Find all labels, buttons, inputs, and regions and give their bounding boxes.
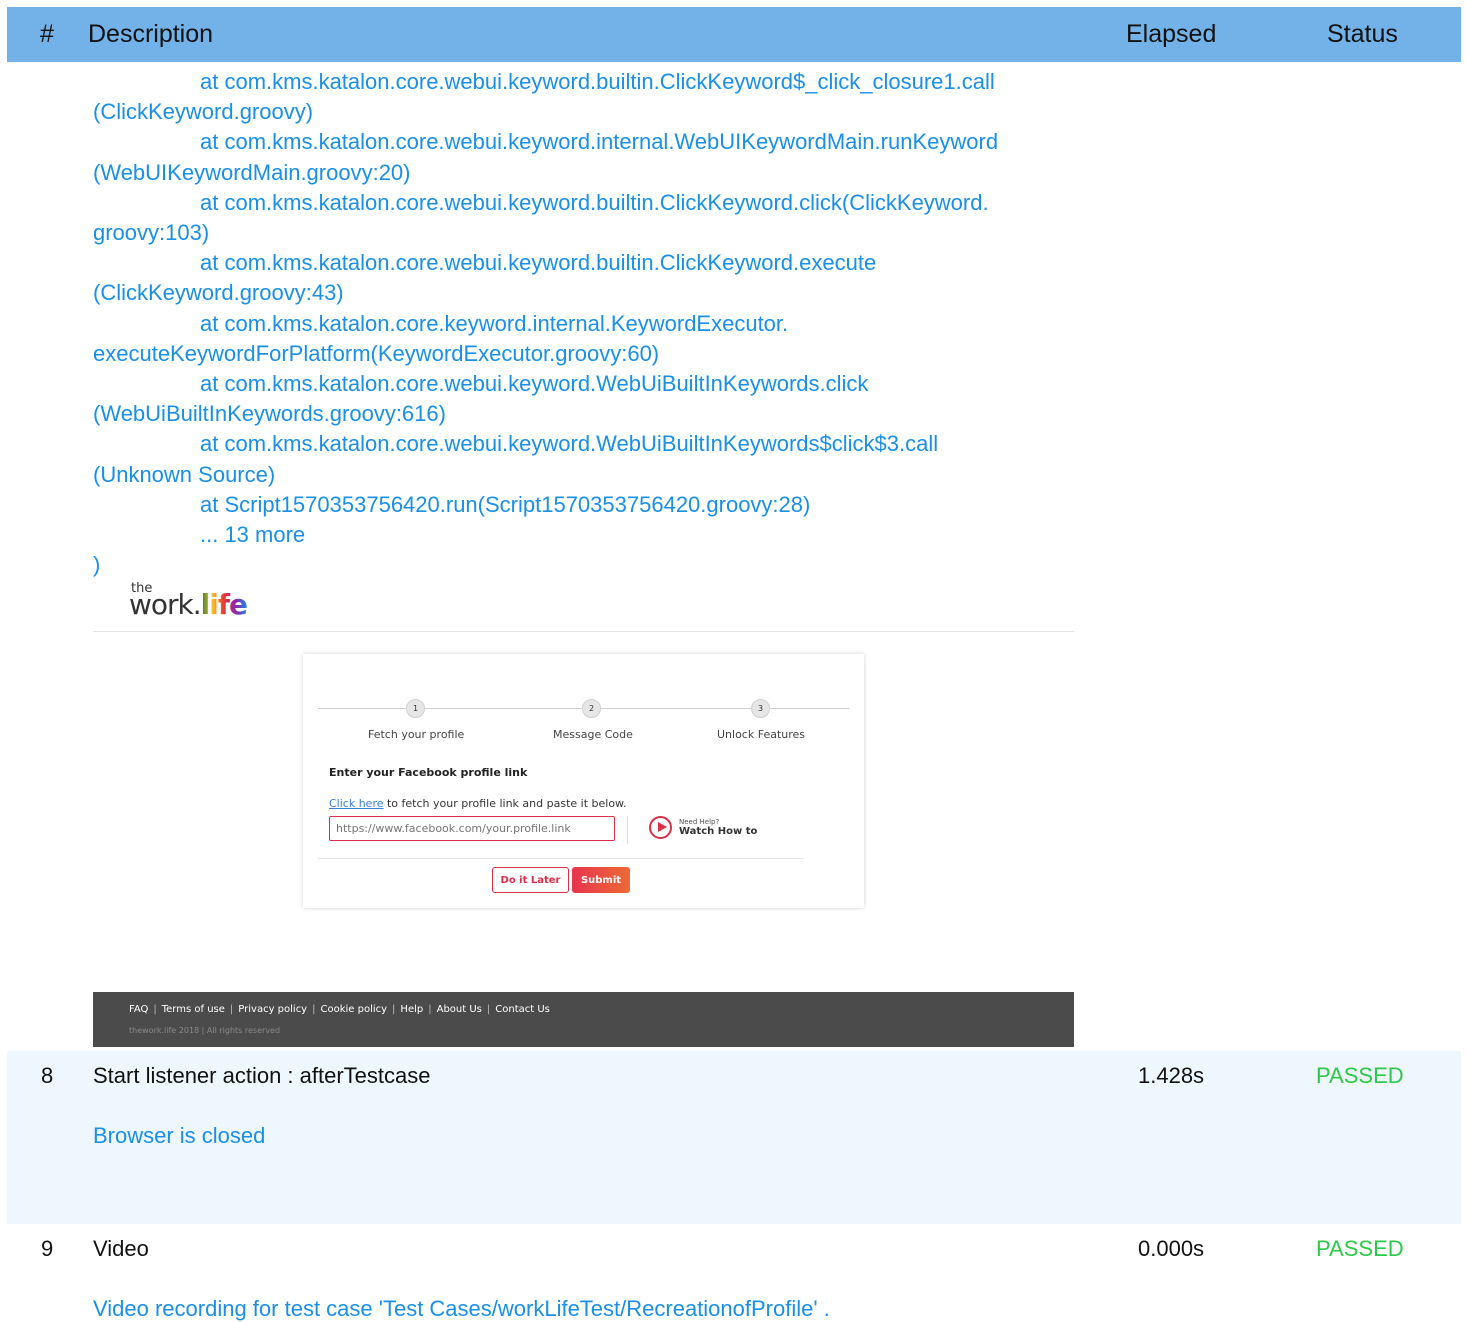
footer-copyright: thework.life 2018 | All rights reserved — [129, 1026, 281, 1035]
table-row[interactable]: 8 Start listener action : afterTestcase … — [7, 1051, 1461, 1224]
stacktrace-line: at com.kms.katalon.core.webui.keyword.We… — [200, 431, 939, 457]
stacktrace-line: at com.kms.katalon.core.keyword.internal… — [200, 310, 789, 336]
table-header: # Description Elapsed Status — [7, 7, 1461, 62]
click-here-link[interactable]: Click here — [329, 797, 384, 810]
play-icon[interactable] — [649, 816, 672, 839]
footer-link[interactable]: FAQ — [129, 1004, 148, 1015]
footer-link[interactable]: About Us — [437, 1004, 482, 1015]
footer-link[interactable]: Help — [400, 1004, 423, 1015]
do-it-later-button[interactable]: Do it Later — [492, 867, 569, 893]
stacktrace-line: (WebUIKeywordMain.groovy:20) — [93, 159, 411, 185]
stacktrace-line: (ClickKeyword.groovy) — [93, 99, 314, 125]
header-number: # — [40, 20, 54, 48]
row-log: Video recording for test case 'Test Case… — [93, 1296, 830, 1321]
card-help-text: Click here to fetch your profile link an… — [329, 797, 627, 810]
stacktrace-line: (Unknown Source) — [93, 461, 276, 487]
stacktrace-line: at com.kms.katalon.core.webui.keyword.bu… — [200, 250, 877, 276]
card-title: Enter your Facebook profile link — [329, 766, 528, 779]
step-3-indicator: 3 — [751, 699, 770, 718]
row-elapsed: 1.428s — [1138, 1063, 1205, 1088]
footer-links: FAQ | Terms of use | Privacy policy | Cookie p… — [129, 1004, 550, 1015]
stacktrace-line: groovy:103) — [93, 220, 210, 246]
table-row[interactable]: 9 Video 0.000s PASSED Video recording fo… — [7, 1224, 1461, 1321]
stacktrace-line: (WebUiBuiltInKeywords.groovy:616) — [93, 401, 446, 427]
row-description: Start listener action : afterTestcase — [93, 1063, 431, 1088]
stacktrace-line: at com.kms.katalon.core.webui.keyword.We… — [200, 371, 869, 397]
stacktrace-line: at com.kms.katalon.core.webui.keyword.bu… — [200, 189, 989, 215]
watch-how-link[interactable]: Watch How to — [679, 826, 757, 837]
step-2-label: Message Code — [553, 728, 633, 741]
profile-link-input[interactable] — [329, 816, 615, 841]
embedded-screenshot: the work.life 1 2 3 Fetch your profile Me… — [93, 581, 1074, 1047]
header-status: Status — [1327, 20, 1398, 48]
stacktrace-line: ... 13 more — [200, 522, 306, 548]
divider — [318, 858, 804, 859]
site-footer: FAQ | Terms of use | Privacy policy | Cookie p… — [93, 992, 1074, 1047]
footer-link[interactable]: Contact Us — [495, 1004, 550, 1015]
divider — [627, 816, 628, 844]
footer-link[interactable]: Terms of use — [162, 1004, 225, 1015]
stacktrace-line: (ClickKeyword.groovy:43) — [93, 280, 344, 306]
stacktrace-line: executeKeywordForPlatform(KeywordExecuto… — [93, 340, 660, 366]
footer-separator: | — [392, 1004, 396, 1015]
footer-separator: | — [153, 1004, 157, 1015]
row-log: Browser is closed — [93, 1123, 266, 1148]
stacktrace-line: at Script1570353756420.run(Script1570353… — [200, 491, 811, 517]
footer-separator: | — [312, 1004, 316, 1015]
header-elapsed: Elapsed — [1126, 20, 1217, 48]
profile-link-card: 1 2 3 Fetch your profile Message Code Un… — [303, 654, 864, 908]
status-badge: PASSED — [1316, 1063, 1404, 1088]
footer-separator: | — [428, 1004, 432, 1015]
step-3-label: Unlock Features — [717, 728, 806, 741]
footer-separator: | — [229, 1004, 234, 1015]
stacktrace-line: at com.kms.katalon.core.webui.keyword.bu… — [200, 69, 995, 94]
stacktrace-log: at com.kms.katalon.core.webui.keyword.bu… — [93, 67, 1093, 580]
footer-link[interactable]: Cookie policy — [320, 1004, 387, 1015]
step-1-indicator: 1 — [406, 699, 425, 718]
row-elapsed: 0.000s — [1138, 1236, 1205, 1261]
step-1-label: Fetch your profile — [368, 728, 465, 741]
stacktrace-line: ) — [93, 552, 101, 578]
footer-separator: | — [486, 1004, 491, 1015]
row-number: 9 — [41, 1236, 54, 1261]
header-description: Description — [88, 20, 214, 48]
worklife-logo: the work.life — [129, 581, 248, 621]
row-description: Video — [93, 1236, 149, 1261]
step-2-indicator: 2 — [582, 699, 601, 718]
row-number: 8 — [41, 1063, 54, 1088]
stacktrace-line: at com.kms.katalon.core.webui.keyword.in… — [200, 129, 999, 155]
need-help-label: Need Help? — [679, 818, 720, 826]
footer-link[interactable]: Privacy policy — [238, 1004, 307, 1015]
submit-button[interactable]: Submit — [572, 867, 630, 893]
divider — [93, 631, 1074, 632]
status-badge: PASSED — [1316, 1236, 1404, 1261]
